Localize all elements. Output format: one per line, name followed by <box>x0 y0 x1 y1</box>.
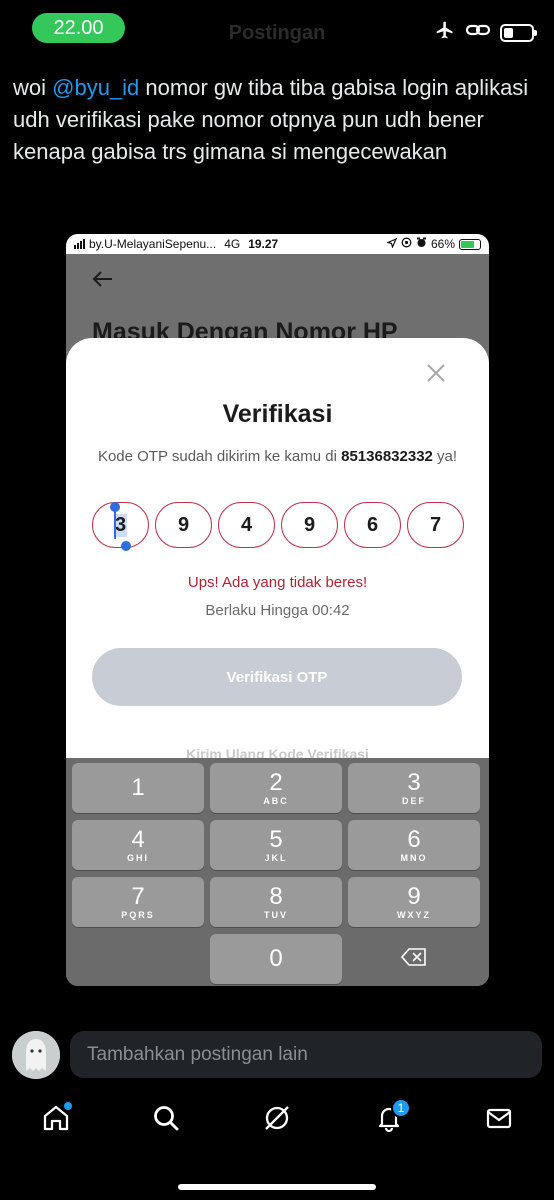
key-4[interactable]: 4 GHI <box>72 820 204 870</box>
grok-icon <box>262 1103 292 1138</box>
key-3[interactable]: 3 DEF <box>348 763 480 813</box>
error-message: Ups! Ada yang tidak beres! <box>187 574 368 591</box>
otp-digit-5[interactable]: 6 <box>344 502 401 548</box>
bottom-nav: 1 <box>0 1098 554 1144</box>
phone-number: 85136832332 <box>341 448 433 465</box>
key-digit: 7 <box>131 882 145 910</box>
key-digit: 1 <box>131 774 145 801</box>
verification-title: Verifikasi <box>222 400 333 428</box>
numeric-keypad: 1 2 ABC 3 DEF 4 GHI 5 JKL 6 MNO 7 PQRS 8 TUV 9W… <box>66 758 489 986</box>
key-7[interactable]: 7 PQRS <box>72 877 204 927</box>
key-9[interactable]: 9 WXYZ <box>348 877 480 927</box>
key-letters: WXYZ <box>397 909 431 920</box>
inner-time: 19.27 <box>248 237 279 251</box>
home-notification-dot <box>64 1102 72 1110</box>
key-digit: 8 <box>269 882 283 910</box>
otp-digit-6[interactable]: 7 <box>407 502 464 548</box>
selection-handle-start[interactable] <box>110 502 120 512</box>
inner-carrier: by.U-MelayaniSepenu... <box>89 237 217 251</box>
close-icon[interactable] <box>423 360 449 386</box>
key-digit: 2 <box>269 768 283 796</box>
inner-status-bar: by.U-MelayaniSepenu... 4G 19.27 66% <box>66 234 489 254</box>
otp-inputs: 3 9 4 9 6 7 <box>92 502 464 551</box>
nav-messages[interactable] <box>479 1100 519 1140</box>
location-icon <box>386 237 398 251</box>
backspace-icon <box>400 947 427 971</box>
verification-description: Kode OTP sudah dikirim ke kamu di 851368… <box>66 448 489 465</box>
nav-search[interactable] <box>146 1100 186 1140</box>
tweet-text: woi @byu_id nomor gw tiba tiba gabisa lo… <box>13 72 543 168</box>
search-icon <box>151 1103 181 1138</box>
key-digit: 3 <box>407 768 421 796</box>
desc-suffix: ya! <box>432 448 458 465</box>
key-digit: 0 <box>269 945 283 972</box>
key-empty <box>72 934 204 984</box>
key-digit: 4 <box>131 825 145 853</box>
key-0[interactable]: 0 <box>210 934 342 984</box>
otp-digit-4[interactable]: 9 <box>281 502 338 548</box>
otp-digit-2[interactable]: 9 <box>155 502 212 548</box>
back-arrow-icon[interactable] <box>92 270 116 293</box>
key-digit: 6 <box>407 825 421 853</box>
nav-notifications[interactable]: 1 <box>369 1098 411 1140</box>
key-digit: 9 <box>407 882 421 910</box>
key-8[interactable]: 8 TUV <box>210 877 342 927</box>
verification-sheet: Verifikasi Kode OTP sudah dikirim ke kam… <box>66 338 489 758</box>
key-letters: TUV <box>264 909 288 920</box>
reply-input[interactable]: Tambahkan postingan lain <box>70 1031 542 1078</box>
link-icon <box>465 20 491 45</box>
otp-digit-3[interactable]: 4 <box>218 502 275 548</box>
alarm-icon <box>416 237 427 251</box>
key-6[interactable]: 6 MNO <box>348 820 480 870</box>
avatar[interactable] <box>12 1031 60 1079</box>
key-letters: GHI <box>126 852 149 863</box>
airplane-icon <box>434 20 456 45</box>
text-cursor <box>114 511 116 539</box>
signal-icon <box>74 239 85 249</box>
mail-icon <box>484 1103 514 1138</box>
key-2[interactable]: 2 ABC <box>210 763 342 813</box>
home-indicator <box>178 1184 376 1190</box>
lock-rotation-icon <box>401 237 412 251</box>
tweet-prefix: woi <box>13 75 53 100</box>
inner-battery-icon <box>459 238 481 250</box>
mention-link[interactable]: @byu_id <box>52 75 139 100</box>
key-1[interactable]: 1 <box>72 763 204 813</box>
key-letters: DEF <box>402 795 426 806</box>
verify-otp-button[interactable]: Verifikasi OTP <box>92 648 462 706</box>
inner-battery-percent: 66% <box>430 237 455 251</box>
key-digit: 5 <box>269 825 283 853</box>
resend-code-link[interactable]: Kirim Ulang Kode Verifikasi <box>66 746 489 758</box>
battery-icon <box>500 23 537 42</box>
key-letters: ABC <box>263 795 289 806</box>
countdown-text: Berlaku Hingga 00:42 <box>205 602 350 619</box>
desc-prefix: Kode OTP sudah dikirim ke kamu di <box>97 448 342 465</box>
key-letters: PQRS <box>121 909 155 920</box>
nav-grok[interactable] <box>257 1100 297 1140</box>
backspace-key[interactable] <box>348 934 480 984</box>
key-letters: MNO <box>400 852 428 863</box>
key-5[interactable]: 5 JKL <box>210 820 342 870</box>
inner-network: 4G <box>224 237 241 251</box>
notification-badge: 1 <box>391 1098 411 1118</box>
selection-handle-end[interactable] <box>121 541 131 551</box>
nav-home[interactable] <box>36 1100 76 1140</box>
status-icons <box>434 20 537 45</box>
key-letters: JKL <box>264 852 288 863</box>
otp-digit-1[interactable]: 3 <box>92 502 149 551</box>
tweet-image[interactable]: by.U-MelayaniSepenu... 4G 19.27 66% Masu… <box>66 234 489 986</box>
